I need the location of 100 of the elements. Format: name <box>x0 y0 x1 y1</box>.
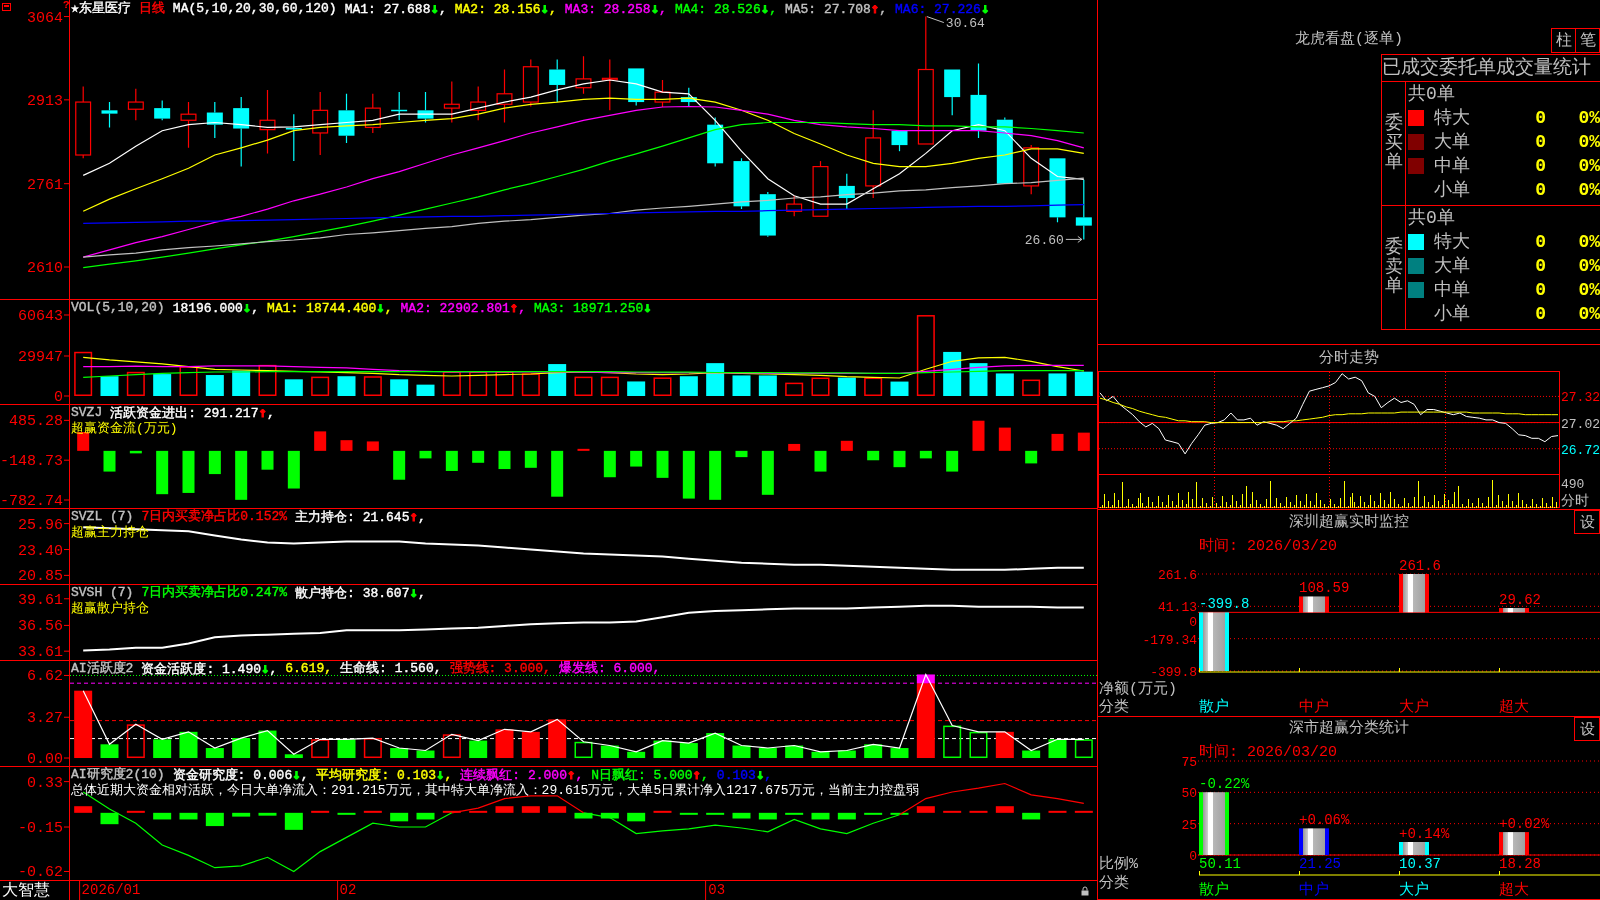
axis-label: 33.61 <box>18 644 63 660</box>
candle <box>470 86 487 121</box>
research-bar <box>916 806 935 813</box>
axis-label: 2913 <box>27 92 63 110</box>
candle <box>127 88 144 121</box>
research-bar <box>74 806 93 813</box>
indicator-label: 爆发线: 6.000, <box>558 661 661 677</box>
research-bar <box>679 812 698 815</box>
toggle-button[interactable]: 笔 <box>1575 28 1600 53</box>
axis-label: 261.6 <box>1158 568 1197 583</box>
volume-bar <box>416 384 435 396</box>
flow-bar <box>340 440 353 451</box>
settings-button[interactable]: 设 <box>1574 510 1600 534</box>
activity-bar <box>442 734 461 758</box>
candle <box>838 173 855 210</box>
candle <box>1023 144 1040 195</box>
candle <box>549 59 566 103</box>
chart-subtitle: 时间: 2026/03/20 <box>1199 744 1338 761</box>
indicator-label: MA2: 28.156↓, <box>454 1 557 17</box>
value-label: 18.28 <box>1499 856 1541 872</box>
order-size: 大单 <box>1434 131 1470 153</box>
order-total: 共0单 <box>1408 84 1455 104</box>
activity-bar <box>390 748 409 758</box>
activity-bar <box>890 748 909 758</box>
research-bar <box>153 812 172 820</box>
research-bar <box>205 812 224 827</box>
date-label: 03 <box>705 881 726 900</box>
category-label: 中户 <box>1299 699 1329 716</box>
activity-bar <box>469 740 488 758</box>
axis-label: 3064 <box>27 9 63 27</box>
chart-bar <box>1399 574 1429 613</box>
volume-bar <box>574 376 593 396</box>
change-label: +0.14% <box>1399 826 1450 842</box>
flow-bar <box>630 450 643 467</box>
research-bar <box>600 812 619 819</box>
axis-label: -399.8 <box>1150 665 1197 680</box>
volume-bar <box>284 379 303 396</box>
activity-bar <box>943 725 962 758</box>
research-bar <box>1022 812 1041 820</box>
research-bar <box>969 810 988 813</box>
axis-label: 25 <box>1181 817 1197 833</box>
candle <box>285 113 302 162</box>
candle <box>312 91 329 156</box>
activity-bar <box>205 748 224 758</box>
order-percent: 0% <box>1578 303 1600 325</box>
volume-bar <box>337 376 356 396</box>
research-bar <box>732 812 751 819</box>
indicator-label: VOL(5,10,20) <box>71 300 165 316</box>
flow-bar <box>208 450 221 475</box>
indicator-label: ★东星医疗 <box>71 1 131 17</box>
axis-label: 485.28 <box>9 413 63 431</box>
flow-bar <box>972 420 985 451</box>
volume-bar <box>890 381 909 396</box>
indicator-label: MA3: 18971.250↓ <box>534 300 652 316</box>
flow-bar <box>1051 433 1064 451</box>
axis-label: -179.34 <box>1142 632 1197 648</box>
toggle-button[interactable]: 柱 <box>1551 28 1576 53</box>
axis-title: 分类 <box>1099 875 1129 892</box>
axis-label: 23.40 <box>18 542 63 560</box>
candle <box>206 101 223 139</box>
axis-title: 净额(万元) <box>1099 681 1177 698</box>
flow-bar <box>840 440 853 451</box>
category-label: 超大 <box>1499 699 1529 716</box>
volume-bar <box>548 364 567 396</box>
research-bar <box>574 812 593 819</box>
indicator-label: 日线 <box>138 1 165 17</box>
volume-bar <box>258 364 277 396</box>
flow-bar <box>735 450 748 458</box>
settings-button[interactable]: 设 <box>1574 717 1600 741</box>
date-label: 02 <box>336 881 357 900</box>
volume-bar <box>363 376 382 396</box>
axis-label: 36.56 <box>18 618 63 636</box>
help-mark[interactable]: ? <box>63 0 70 11</box>
flow-bar <box>919 450 932 459</box>
research-bar <box>811 812 830 820</box>
flow-bar <box>946 450 959 472</box>
research-bar <box>785 812 804 815</box>
chart-bar <box>1199 792 1229 855</box>
indicator-label: AI活跃度2 <box>71 661 134 677</box>
brand-label: 大智慧 <box>1 881 50 900</box>
research-bar <box>126 810 145 813</box>
indicator-label: MA5: 27.708↑, <box>784 1 888 17</box>
volume-bar <box>600 376 619 396</box>
window-icon[interactable] <box>2 3 11 11</box>
research-bar <box>337 812 356 815</box>
activity-bar <box>1022 750 1041 758</box>
research-bar <box>179 812 198 820</box>
arrow-icon <box>1065 235 1083 243</box>
lock-icon[interactable] <box>1081 886 1089 896</box>
value-label: 29.62 <box>1499 592 1541 608</box>
candle <box>654 79 671 108</box>
value-label: 108.59 <box>1299 580 1350 597</box>
volume-bar <box>785 382 804 396</box>
activity-bar <box>811 751 830 758</box>
chart-bar <box>1499 832 1529 855</box>
change-label: -0.22% <box>1199 776 1250 793</box>
table-title: 已成交委托单成交量统计 <box>1382 57 1591 79</box>
price-label: 26.60 <box>1024 233 1064 249</box>
volume-bar <box>1074 371 1093 396</box>
axis-label: -782.74 <box>0 493 63 508</box>
